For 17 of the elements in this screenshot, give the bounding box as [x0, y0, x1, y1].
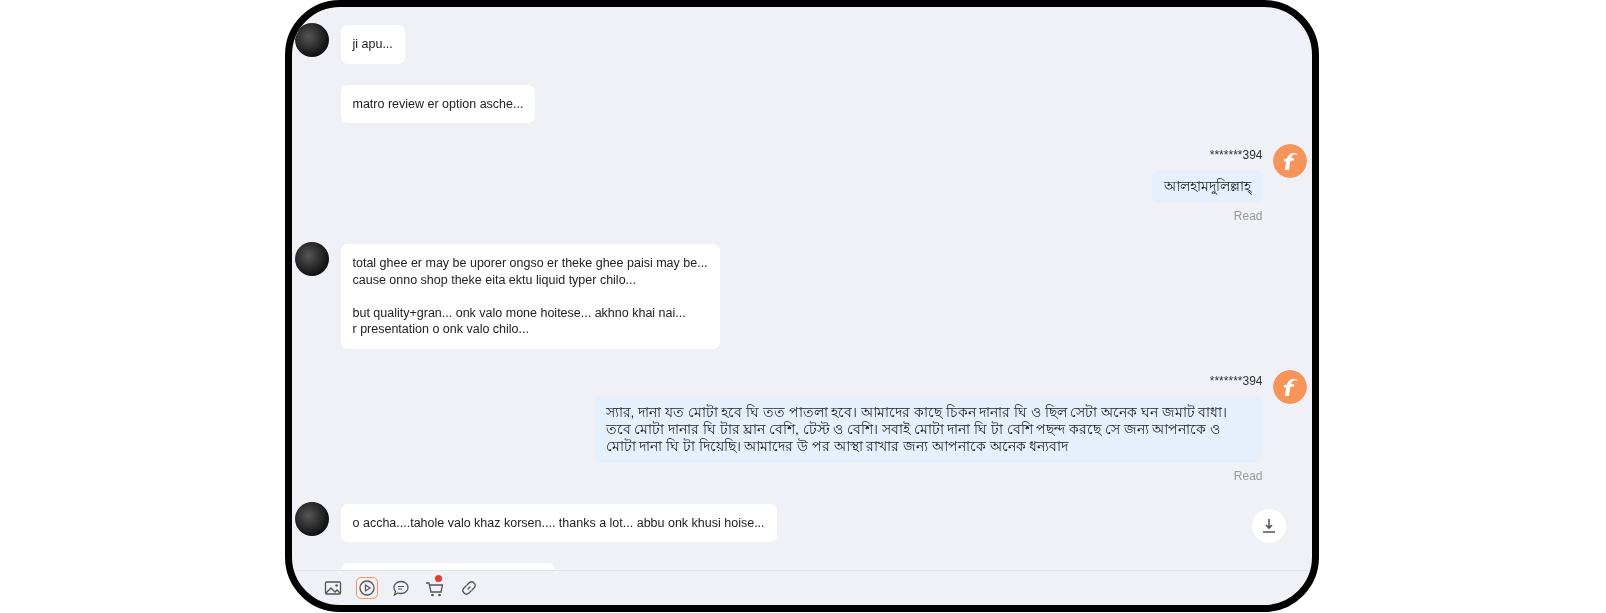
play-icon	[357, 579, 376, 597]
video-tool-button[interactable]	[355, 577, 378, 599]
read-status: Read	[1233, 468, 1263, 483]
sender-name: *******394	[1209, 148, 1263, 162]
read-status: Read	[1233, 209, 1263, 223]
message-bubble: total ghee er may be uporer ongso er theke ghee paisi may be... cause onno shop theke eita ektu liquid typer chilo... but quality+gran... onk valo mone hoitese... akhno khai nai... r presentation o onk valo chilo...	[340, 244, 720, 349]
message-bubble: o accha....tahole valo khaz korsen.... thanks a lot... abbu onk khusi hoise...	[340, 503, 777, 542]
message-bubble: matro review er option asche...	[340, 84, 536, 123]
message-bubble: ji apu...	[340, 25, 405, 64]
image-icon	[323, 579, 342, 597]
message-bubble: স্যার, দানা যত মোটা হবে ঘি তত পাতলা হবে। আমাদের কাছে চিকন দানার ঘি ও ছিল সেটা অনেক ঘন জমাট বাধা। তবে মোটা দানার ঘি টার ঘ্রান বেশি, টেস্ট ও বেশি। সবাই মোটা দানা ঘি টা বেশি পছন্দ করছে সে জন্য আপনাকে ও মোটা দানা ঘি টা দিয়েছি। আমাদের উ পর আস্থা রাখার জন্য আপনাকে অনেক ধন্যবাদ	[593, 395, 1263, 463]
scroll-down-button[interactable]	[1251, 509, 1286, 543]
chat-icon	[391, 579, 410, 597]
message-bubble: আলহামদুলিল্লাহ্	[1151, 170, 1263, 203]
sender-name: *******394	[1209, 373, 1263, 388]
cart-tool-button[interactable]	[423, 577, 446, 599]
link-icon	[459, 579, 478, 597]
